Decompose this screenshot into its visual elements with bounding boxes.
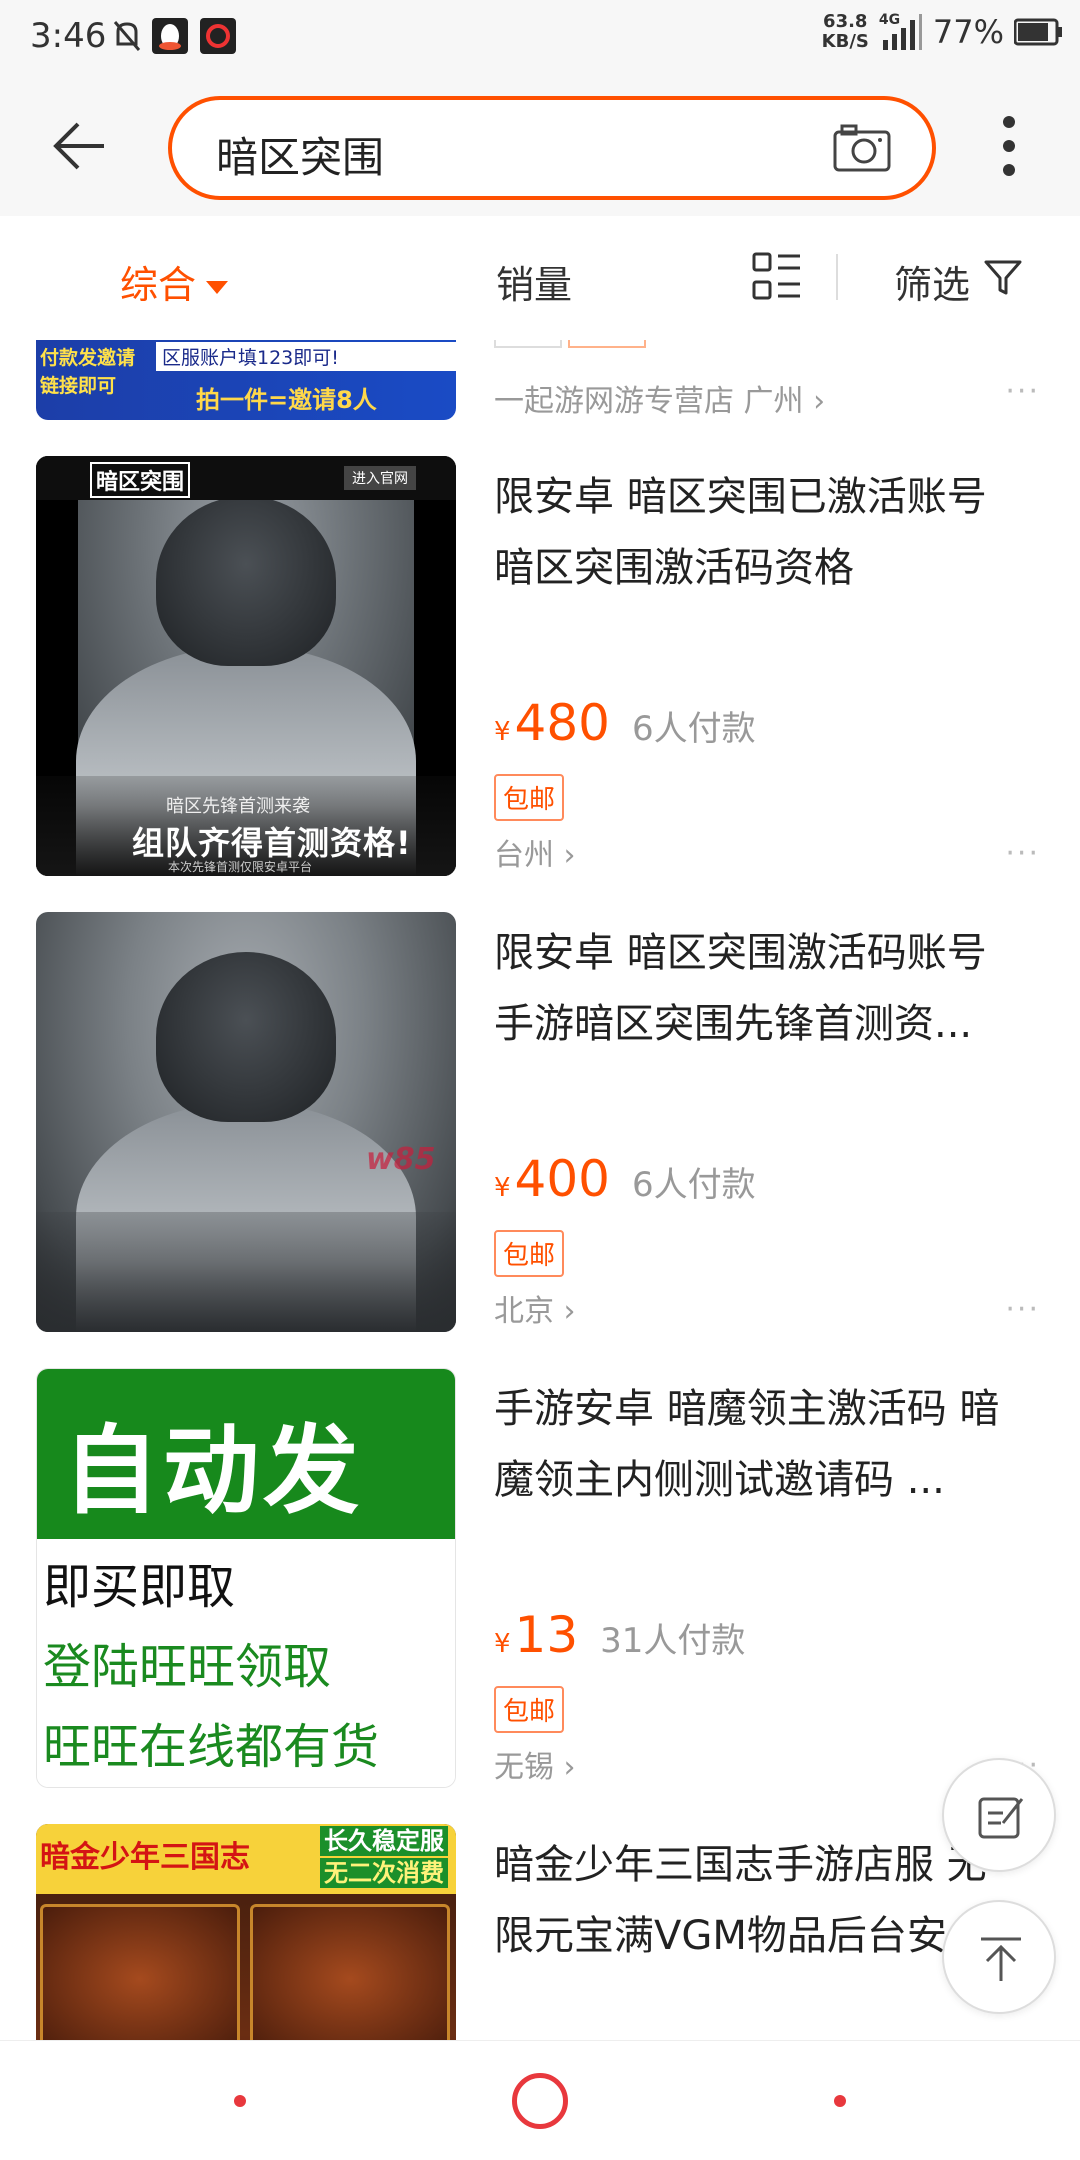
back-to-top-button[interactable]	[942, 1900, 1056, 2014]
list-item[interactable]: w85 限安卓 暗区突围激活码账号 手游暗区突围先锋首测资... ¥ 400 6…	[0, 912, 1080, 1332]
product-image[interactable]: w85	[36, 912, 456, 1332]
status-bar: 3:46 63.8 KB/S 4G 77%	[0, 0, 1080, 76]
banner-promo: 拍一件=邀请8人	[196, 386, 377, 414]
shop-location[interactable]: 无锡 ›	[494, 1742, 576, 1786]
product-price: 400	[514, 1150, 610, 1208]
net-speed: 63.8 KB/S	[822, 12, 869, 52]
caret-down-icon	[206, 281, 229, 294]
image-line-3: 旺旺在线都有货	[43, 1719, 380, 1775]
price-row: ¥ 400 6人付款	[494, 1150, 756, 1208]
product-image[interactable]: 暗区突围 进入官网 暗区先锋首测来袭 组队齐得首测资格! 本次先锋首测仅限安卓平…	[36, 456, 456, 876]
edit-note-icon	[978, 1797, 1024, 1839]
search-header: 暗区突围	[0, 76, 1080, 216]
filter-divider	[836, 254, 838, 300]
official-site-label: 进入官网	[344, 466, 416, 490]
free-shipping-badge: 包邮	[494, 1230, 565, 1277]
filter-button[interactable]: 筛选	[894, 254, 970, 309]
image-panel	[250, 1904, 450, 2040]
product-image[interactable]: 付款发邀请 链接即可 区服账户填123即可! 拍一件=邀请8人	[36, 340, 456, 420]
currency-symbol: ¥	[494, 717, 511, 747]
image-title: 暗金少年三国志	[40, 1840, 250, 1875]
tag-outline	[494, 340, 562, 348]
net-speed-unit: KB/S	[821, 31, 869, 52]
shop-name[interactable]: 一起游网游专营店 广州 ›	[494, 376, 825, 420]
banner-note: 区服账户填123即可!	[156, 342, 456, 371]
list-view-toggle-icon[interactable]	[752, 252, 802, 302]
banner-text: 付款发邀请 链接即可	[40, 344, 135, 400]
currency-symbol: ¥	[494, 1629, 511, 1659]
signal-icon: 4G	[879, 12, 923, 52]
nav-recent-dot[interactable]	[834, 2095, 846, 2107]
list-item-partial[interactable]: 付款发邀请 链接即可 区服账户填123即可! 拍一件=邀请8人 一起游网游专营店…	[0, 340, 1080, 426]
list-item[interactable]: 暗区突围 进入官网 暗区先锋首测来袭 组队齐得首测资格! 本次先锋首测仅限安卓平…	[0, 456, 1080, 876]
qq-icon	[152, 18, 188, 54]
free-shipping-badge: 包邮	[494, 774, 565, 821]
shop-location[interactable]: 台州 ›	[494, 830, 576, 874]
status-right: 63.8 KB/S 4G 77%	[822, 12, 1062, 52]
image-tag-1: 长久稳定服	[320, 1826, 448, 1856]
product-list: 付款发邀请 链接即可 区服账户填123即可! 拍一件=邀请8人 一起游网游专营店…	[0, 340, 1080, 2040]
camera-icon[interactable]	[832, 122, 892, 174]
more-vertical-icon[interactable]	[994, 114, 1024, 178]
product-image[interactable]: 自动发卡 即买即取 登陆旺旺领取 旺旺在线都有货	[36, 1368, 456, 1788]
sales-count: 6人付款	[631, 709, 756, 749]
product-price: 13	[514, 1606, 579, 1664]
mute-icon	[113, 21, 141, 51]
arrow-up-icon	[981, 1937, 1021, 1981]
battery-percent: 77%	[932, 13, 1004, 51]
nav-back-dot[interactable]	[234, 2095, 246, 2107]
product-image[interactable]: 暗金少年三国志 长久稳定服 无二次消费	[36, 1824, 456, 2040]
free-shipping-badge: 包邮	[494, 1686, 565, 1733]
shop-location[interactable]: 北京 ›	[494, 1286, 576, 1330]
product-price: 480	[514, 694, 610, 752]
sort-sales[interactable]: 销量	[496, 254, 572, 309]
sort-comprehensive-label: 综合	[120, 263, 197, 307]
tag-outline	[568, 340, 646, 348]
screen: 3:46 63.8 KB/S 4G 77% 暗区突围 综合 销量 筛选 付款发邀…	[0, 0, 1080, 2160]
image-caption-3: 本次先锋首测仅限安卓平台	[168, 860, 313, 874]
more-dots-icon[interactable]: ···	[1005, 1292, 1040, 1327]
image-tag-2: 无二次消费	[320, 1858, 448, 1888]
sales-count: 31人付款	[600, 1621, 746, 1661]
battery-icon	[1014, 18, 1062, 46]
image-line-2: 登陆旺旺领取	[43, 1639, 332, 1695]
back-arrow-icon[interactable]	[50, 118, 110, 174]
list-item[interactable]: 自动发卡 即买即取 登陆旺旺领取 旺旺在线都有货 手游安卓 暗魔领主激活码 暗魔…	[0, 1368, 1080, 1788]
image-caption-1: 暗区先锋首测来袭	[166, 796, 310, 817]
search-input[interactable]: 暗区突围	[168, 96, 936, 200]
currency-symbol: ¥	[494, 1173, 511, 1203]
list-item[interactable]: 暗金少年三国志 长久稳定服 无二次消费 暗金少年三国志手游店服 无限元宝满VGM…	[0, 1824, 1080, 2040]
image-line-1: 即买即取	[43, 1559, 236, 1615]
feedback-button[interactable]	[942, 1758, 1056, 1872]
banner-line1: 付款发邀请	[40, 347, 136, 369]
soldier-helmet	[156, 952, 336, 1122]
product-title[interactable]: 暗金少年三国志手游店服 无限元宝满VGM物品后台安...	[494, 1830, 1014, 1972]
app-icon	[200, 18, 236, 54]
sales-count: 6人付款	[631, 1165, 756, 1205]
product-title[interactable]: 限安卓 暗区突围激活码账号 手游暗区突围先锋首测资...	[494, 918, 1014, 1060]
price-row: ¥ 13 31人付款	[494, 1606, 745, 1664]
image-watermark: w85	[366, 1142, 436, 1177]
filter-bar: 综合 销量 筛选	[0, 216, 1080, 340]
image-panel	[40, 1904, 240, 2040]
more-dots-icon[interactable]: ···	[1005, 374, 1040, 409]
product-title[interactable]: 限安卓 暗区突围已激活账号 暗区突围激活码资格	[494, 462, 1014, 604]
search-query: 暗区突围	[216, 133, 385, 182]
product-title[interactable]: 手游安卓 暗魔领主激活码 暗魔领主内侧测试邀请码 ...	[494, 1374, 1014, 1516]
soldier-helmet	[156, 496, 336, 666]
status-time: 3:46	[30, 16, 107, 56]
game-logo: 暗区突围	[90, 462, 191, 498]
sort-comprehensive[interactable]: 综合	[120, 254, 229, 309]
price-row: ¥ 480 6人付款	[494, 694, 756, 752]
nav-home-button[interactable]	[512, 2073, 568, 2129]
image-ground	[36, 1212, 456, 1332]
banner-line2: 链接即可	[40, 375, 117, 397]
funnel-icon[interactable]	[984, 260, 1022, 296]
more-dots-icon[interactable]: ···	[1005, 836, 1040, 871]
system-nav-bar	[0, 2040, 1080, 2160]
net-speed-value: 63.8	[823, 11, 868, 32]
